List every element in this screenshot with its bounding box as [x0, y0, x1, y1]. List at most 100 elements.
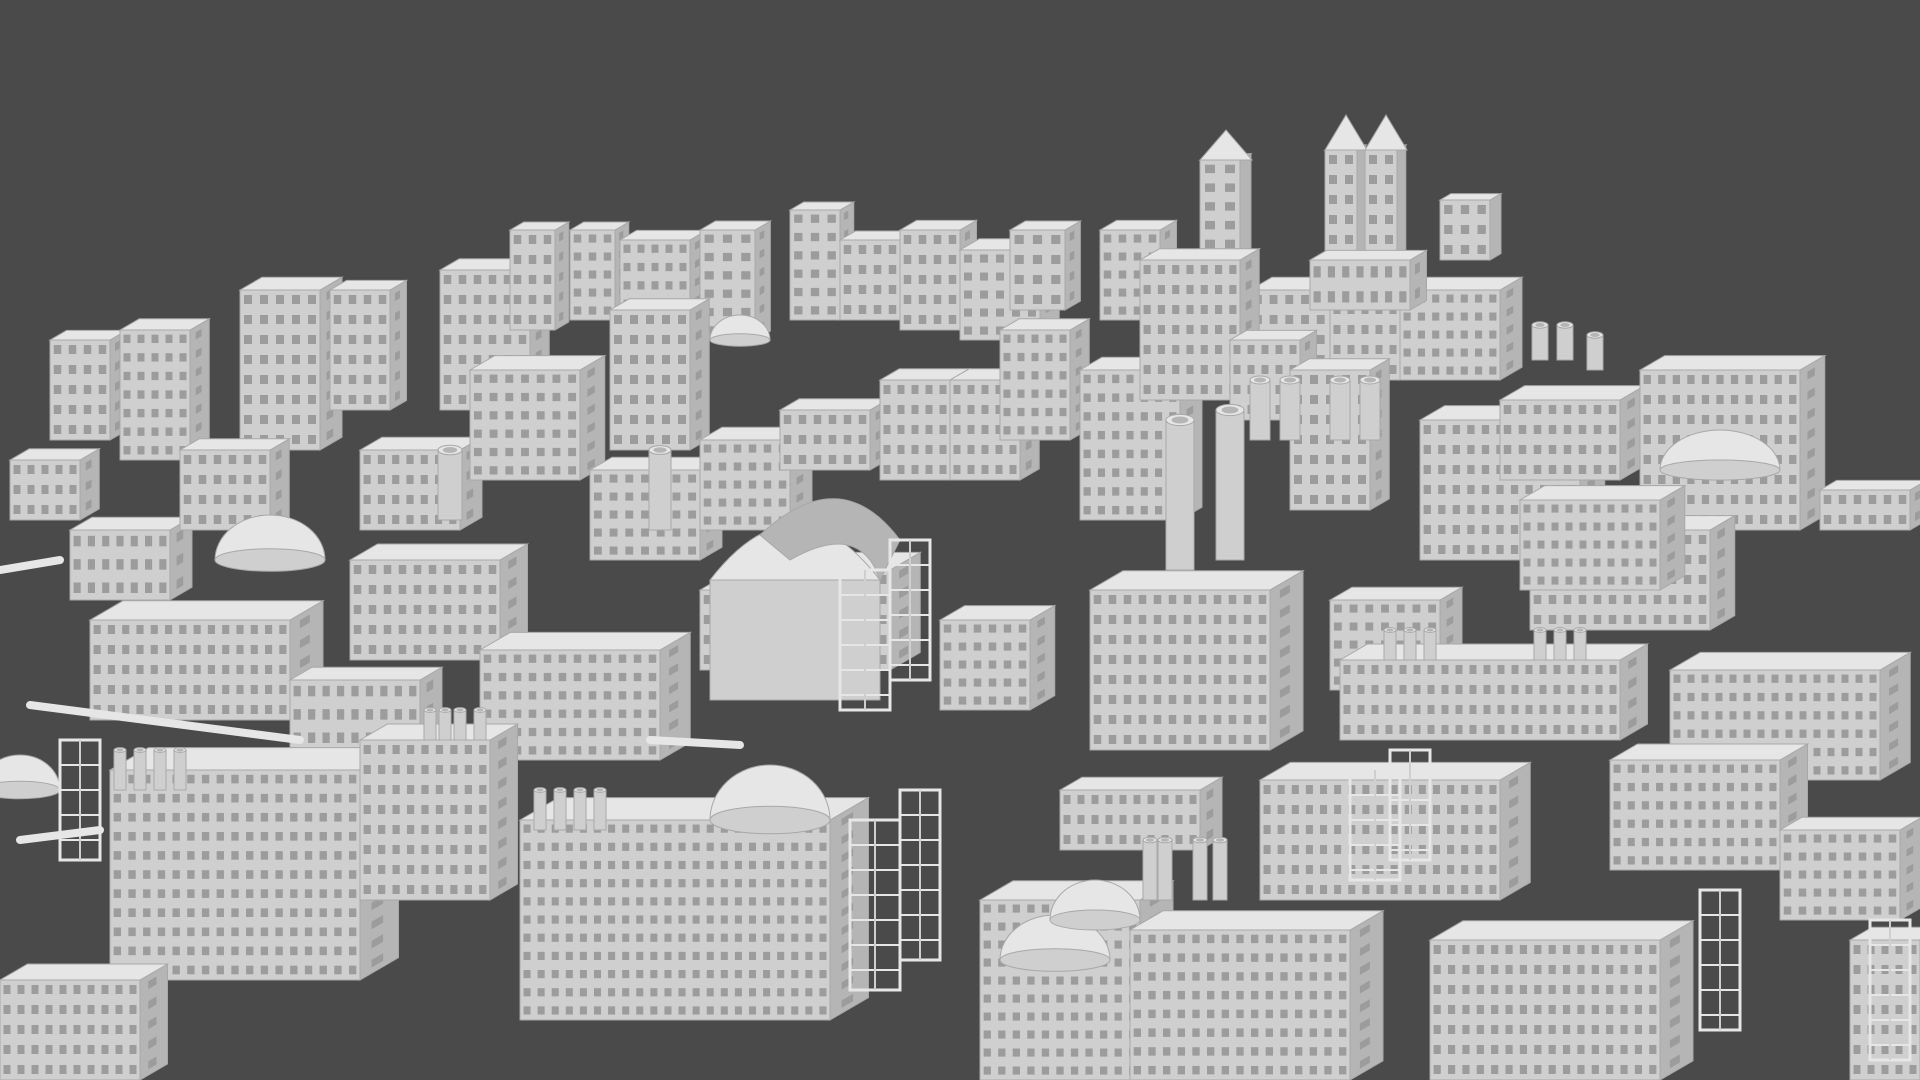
window: [1012, 1012, 1020, 1021]
window: [87, 985, 95, 994]
window: [1533, 595, 1542, 604]
window: [165, 408, 173, 418]
window: [122, 645, 130, 654]
window: [565, 933, 573, 942]
window: [1621, 540, 1629, 549]
window: [1334, 805, 1342, 814]
window: [964, 272, 972, 281]
window: [122, 705, 130, 714]
window: [128, 832, 136, 841]
foreground-block: [1778, 816, 1920, 921]
window: [498, 691, 507, 700]
window: [672, 474, 681, 483]
window: [1243, 715, 1252, 724]
window: [1489, 885, 1497, 894]
window: [113, 851, 122, 860]
window: [608, 988, 616, 997]
window: [678, 897, 686, 906]
window: [137, 446, 145, 455]
window: [260, 355, 268, 364]
window: [536, 392, 545, 402]
window: [614, 415, 622, 424]
window: [1591, 945, 1599, 954]
window: [1503, 405, 1512, 414]
window: [622, 860, 630, 870]
window: [1309, 972, 1317, 981]
window: [1133, 1028, 1141, 1037]
window: [1320, 805, 1328, 814]
window: [1578, 405, 1587, 414]
window: [1577, 1025, 1585, 1034]
window: [1085, 976, 1093, 985]
window: [1396, 622, 1405, 631]
window: [1745, 415, 1753, 424]
window: [1277, 845, 1285, 854]
window: [368, 625, 377, 634]
window: [473, 374, 482, 383]
window: [348, 774, 357, 784]
window: [1481, 445, 1490, 454]
window: [1627, 764, 1635, 773]
window: [1215, 385, 1223, 394]
window: [943, 696, 952, 705]
window: [1031, 389, 1039, 398]
window: [213, 475, 222, 484]
foreground-factory: [108, 746, 401, 981]
window: [1909, 1065, 1917, 1074]
window: [1100, 976, 1108, 985]
window: [1103, 252, 1112, 261]
window: [1483, 665, 1491, 674]
window: [537, 879, 545, 888]
window: [260, 395, 268, 404]
window: [777, 1006, 785, 1015]
window: [1305, 865, 1313, 874]
window: [1083, 374, 1091, 384]
window: [593, 970, 602, 979]
window: [819, 951, 827, 960]
window: [1108, 655, 1117, 664]
window: [1371, 685, 1379, 694]
window: [1138, 635, 1147, 644]
window: [244, 315, 252, 324]
window: [1236, 990, 1244, 1000]
window: [488, 625, 497, 634]
window: [304, 927, 313, 937]
window: [1789, 415, 1797, 424]
window: [636, 860, 644, 870]
window: [308, 685, 316, 697]
window: [568, 392, 577, 402]
window: [1510, 505, 1519, 514]
window: [1813, 852, 1822, 861]
window: [1258, 715, 1267, 724]
window: [873, 285, 882, 294]
window: [650, 988, 658, 997]
window: [523, 824, 531, 833]
window: [1334, 825, 1342, 834]
window: [1155, 412, 1163, 421]
window: [413, 605, 422, 614]
window: [1562, 1025, 1571, 1034]
window: [1390, 805, 1398, 814]
window: [157, 832, 166, 841]
window: [13, 505, 21, 514]
window: [1823, 515, 1832, 524]
window: [1455, 725, 1463, 734]
window: [810, 269, 820, 278]
window: [319, 870, 327, 879]
window: [207, 705, 215, 714]
window: [363, 335, 372, 344]
window: [718, 444, 727, 453]
window: [137, 390, 145, 399]
window: [1198, 595, 1207, 604]
window: [1143, 285, 1151, 294]
window: [1489, 312, 1497, 321]
window: [143, 793, 151, 803]
window: [1077, 835, 1085, 844]
window: [618, 691, 627, 700]
window: [1343, 665, 1351, 674]
window: [1172, 325, 1180, 334]
window: [988, 642, 997, 651]
window: [1177, 1047, 1185, 1056]
window: [378, 885, 386, 894]
window: [1760, 375, 1768, 384]
